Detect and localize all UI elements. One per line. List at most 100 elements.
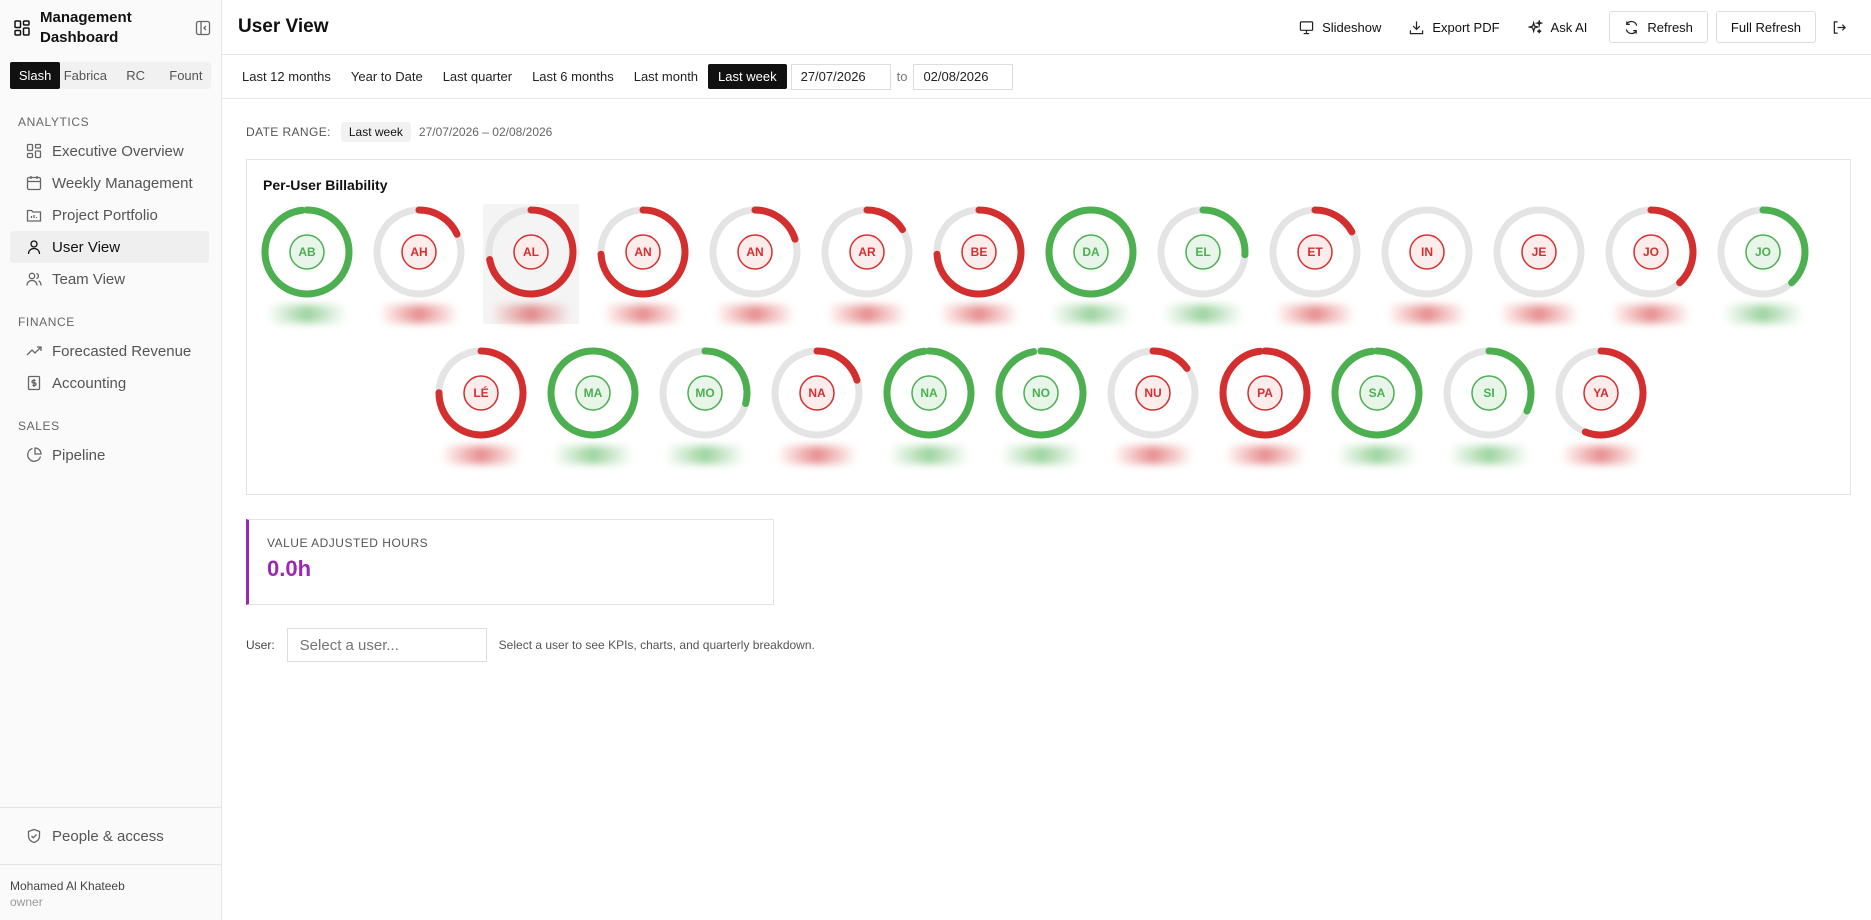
billability-gauge: MO — [659, 347, 751, 439]
filter-last-month[interactable]: Last month — [624, 64, 708, 89]
user-initials: AN — [634, 245, 651, 259]
user-initials: SA — [1369, 386, 1386, 400]
brand: Management Dashboard — [0, 0, 221, 54]
filter-last-12-months[interactable]: Last 12 months — [232, 64, 341, 89]
billability-percent-blurred — [603, 305, 683, 323]
user-billability-ring[interactable]: BE — [931, 204, 1027, 324]
kpi-label: VALUE ADJUSTED HOURS — [267, 536, 429, 550]
filter-last-6-months[interactable]: Last 6 months — [522, 64, 624, 89]
user-initials: SI — [1483, 386, 1494, 400]
user-billability-ring[interactable]: MO — [657, 345, 753, 465]
slideshow-button[interactable]: Slideshow — [1285, 11, 1395, 43]
user-picker-label: User: — [246, 638, 275, 652]
user-billability-ring[interactable]: IN — [1379, 204, 1475, 324]
workspace-tab-rc[interactable]: RC — [111, 62, 161, 89]
date-to-input[interactable] — [913, 63, 1014, 90]
date-range-dates: 27/07/2026 – 02/08/2026 — [418, 125, 553, 139]
user-billability-ring[interactable]: JO — [1715, 204, 1811, 324]
user-billability-ring[interactable]: ET — [1267, 204, 1363, 324]
user-billability-ring[interactable]: JO — [1603, 204, 1699, 324]
user-initials: AH — [410, 245, 427, 259]
user-billability-ring[interactable]: AH — [371, 204, 467, 324]
user-billability-ring[interactable]: NU — [1105, 345, 1201, 465]
date-from-input[interactable] — [790, 63, 891, 90]
filter-year-to-date[interactable]: Year to Date — [341, 64, 433, 89]
user-icon — [27, 240, 41, 255]
filter-last-week[interactable]: Last week — [708, 64, 787, 89]
user-billability-ring[interactable]: SA — [1329, 345, 1425, 465]
nav-executive-overview[interactable]: Executive Overview — [10, 135, 209, 167]
billability-percent-blurred — [553, 446, 633, 464]
users-icon — [26, 272, 42, 286]
sparkles-icon — [1527, 19, 1543, 33]
dashboard-grid-icon — [14, 20, 30, 36]
workspace-tab-fount[interactable]: Fount — [161, 62, 211, 89]
user-billability-ring[interactable]: MA — [545, 345, 641, 465]
nav-forecasted-revenue[interactable]: Forecasted Revenue — [10, 335, 209, 367]
ask-ai-label: Ask AI — [1550, 19, 1588, 35]
logout-button[interactable] — [1824, 11, 1855, 43]
refresh-button[interactable]: Refresh — [1609, 11, 1708, 43]
nav-team-view[interactable]: Team View — [10, 263, 209, 295]
billability-percent-blurred — [379, 305, 459, 323]
receipt-dollar-icon — [27, 375, 41, 391]
date-range-label: DATE RANGE: — [246, 125, 331, 139]
user-billability-ring[interactable]: JE — [1491, 204, 1587, 324]
user-select-input[interactable] — [286, 628, 487, 662]
export-pdf-button[interactable]: Export PDF — [1395, 11, 1513, 43]
billability-percent-blurred — [1225, 446, 1305, 464]
user-billability-ring[interactable]: EL — [1155, 204, 1251, 324]
nav-accounting[interactable]: Accounting — [10, 367, 209, 399]
nav-weekly-management[interactable]: Weekly Management — [10, 167, 209, 199]
billability-percent-blurred — [491, 305, 571, 323]
nav-people-access[interactable]: People & access — [10, 820, 211, 852]
content: DATE RANGE: Last week 27/07/2026 – 02/08… — [222, 122, 1871, 662]
billability-gauge: NU — [1107, 347, 1199, 439]
billability-gauge: MA — [547, 347, 639, 439]
user-role: owner — [10, 895, 43, 909]
nav-label: Pipeline — [52, 446, 106, 464]
user-billability-ring[interactable]: PA — [1217, 345, 1313, 465]
ask-ai-button[interactable]: Ask AI — [1514, 11, 1602, 43]
user-billability-ring[interactable]: SI — [1441, 345, 1537, 465]
billability-percent-blurred — [1275, 305, 1355, 323]
user-initials: AB — [298, 245, 316, 259]
trending-up-icon — [26, 346, 42, 356]
nav-section-finance: FINANCE — [18, 315, 75, 329]
nav-project-portfolio[interactable]: Project Portfolio — [10, 199, 209, 231]
user-billability-ring[interactable]: YA — [1553, 345, 1649, 465]
user-initials: BE — [971, 245, 988, 259]
billability-gauge: JO — [1717, 206, 1809, 298]
date-filter-bar: Last 12 months Year to Date Last quarter… — [222, 55, 1871, 99]
billability-percent-blurred — [441, 446, 521, 464]
user-initials: NA — [808, 386, 826, 400]
user-billability-ring[interactable]: AB — [259, 204, 355, 324]
user-billability-ring[interactable]: AR — [819, 204, 915, 324]
filter-last-quarter[interactable]: Last quarter — [433, 64, 522, 89]
page-header: User View Slideshow Export PDF Ask AI Re… — [222, 0, 1871, 55]
collapse-sidebar-icon[interactable] — [195, 20, 211, 36]
user-billability-ring[interactable]: NO — [993, 345, 1089, 465]
nav-pipeline[interactable]: Pipeline — [10, 439, 209, 471]
billability-gauge: BE — [933, 206, 1025, 298]
full-refresh-button[interactable]: Full Refresh — [1715, 11, 1816, 43]
user-billability-ring[interactable]: LÉ — [433, 345, 529, 465]
nav-label: User View — [52, 238, 121, 256]
user-billability-ring[interactable]: AN — [595, 204, 691, 324]
nav-user-view[interactable]: User View — [10, 231, 209, 263]
billability-percent-blurred — [1163, 305, 1243, 323]
billability-percent-blurred — [665, 446, 745, 464]
user-billability-ring[interactable]: AN — [707, 204, 803, 324]
user-billability-ring[interactable]: AL — [483, 204, 579, 324]
nav-label: Weekly Management — [52, 174, 193, 192]
workspace-tab-fabrica[interactable]: Fabrica — [60, 62, 110, 89]
nav-section-analytics: ANALYTICS — [18, 115, 90, 129]
shield-check-icon — [27, 828, 41, 844]
workspace-tab-slash[interactable]: Slash — [10, 62, 61, 89]
billability-percent-blurred — [1499, 305, 1579, 323]
nav-label: Project Portfolio — [52, 206, 158, 224]
user-billability-ring[interactable]: DA — [1043, 204, 1139, 324]
user-billability-ring[interactable]: NA — [769, 345, 865, 465]
user-billability-ring[interactable]: NA — [881, 345, 977, 465]
user-initials: AN — [746, 245, 763, 259]
